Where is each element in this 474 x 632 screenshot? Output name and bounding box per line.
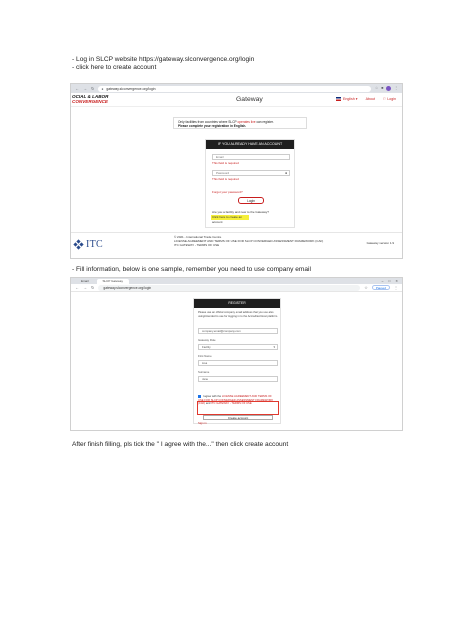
reload-icon[interactable]: ↻: [91, 86, 94, 91]
site-header: OCIAL & LABOR CONVERGENCE Gateway Englis…: [71, 93, 402, 107]
create-account-button[interactable]: Create account: [203, 415, 273, 420]
chevron-down-icon: ▾: [273, 345, 275, 349]
version-text: Gateway version 1.9: [366, 241, 394, 245]
email-error: This field is required: [212, 161, 239, 165]
profile-avatar[interactable]: [386, 86, 392, 91]
address-bar[interactable]: gateway.slconvergence.org/login: [98, 284, 361, 291]
forward-icon[interactable]: →: [83, 285, 87, 290]
surname-field[interactable]: Jane: [198, 376, 278, 382]
star-icon[interactable]: ☆: [375, 86, 378, 91]
first-name-field[interactable]: Lisa: [198, 360, 278, 366]
close-icon[interactable]: ✕: [395, 279, 398, 283]
login-header: IF YOU ALREADY HAVE AN ACCOUNT: [206, 140, 294, 149]
language-selector[interactable]: English ▾: [335, 97, 358, 101]
back-icon[interactable]: ←: [75, 86, 79, 91]
password-field[interactable]: Password ●: [212, 170, 290, 176]
maximize-icon[interactable]: □: [388, 279, 390, 283]
tab-email[interactable]: Email: [75, 279, 95, 284]
site-title: Gateway: [236, 96, 263, 103]
site-footer: ITC © 2021 - International Trade Centre …: [71, 232, 402, 258]
extensions-icon[interactable]: ■: [381, 86, 383, 91]
new-facility-question: Are you a facility and new to the Gatewa…: [212, 210, 269, 214]
browser-toolbar: ← → ↻ gateway.slconvergence.org/login ☆ …: [71, 284, 402, 292]
register-note: Please use an official company email add…: [198, 311, 278, 318]
nav-login[interactable]: ⚐ Login: [383, 97, 396, 101]
address-bar[interactable]: ● gateway.slconvergence.org/login: [98, 85, 371, 92]
create-account-link[interactable]: Click here to create an account: [211, 215, 249, 224]
terms-link[interactable]: ITC GATEWAY - TERMS OF USE: [174, 243, 323, 247]
terms-link[interactable]: ITC GATEWAY - TERMS OF USE: [211, 402, 251, 405]
back-icon[interactable]: ←: [75, 285, 79, 290]
email-field[interactable]: Email: [212, 154, 290, 160]
menu-icon[interactable]: ⋮: [394, 285, 398, 290]
show-password-icon[interactable]: ●: [285, 171, 287, 176]
browser-toolbar: ← → ↻ ● gateway.slconvergence.org/login …: [71, 84, 402, 93]
site-nav: English ▾ About ⚐ Login: [335, 97, 396, 101]
paused-badge[interactable]: Paused: [371, 285, 390, 290]
role-select[interactable]: Facility ▾: [198, 344, 278, 350]
star-icon[interactable]: ☆: [364, 285, 368, 290]
register-header: REGISTER: [194, 299, 280, 308]
nav-about[interactable]: About: [366, 97, 375, 101]
forward-icon[interactable]: →: [83, 86, 87, 91]
agree-checkbox[interactable]: [198, 395, 201, 398]
reload-icon[interactable]: ↻: [91, 285, 94, 290]
instruction-agree: After finish filling, pls tick the " I a…: [72, 441, 289, 448]
surname-label: Surname: [198, 370, 210, 374]
sign-in-link[interactable]: Sign in: [198, 421, 207, 425]
role-label: Gateway Role: [198, 338, 216, 342]
minimize-icon[interactable]: –: [382, 279, 384, 283]
instruction-click-create: - click here to create account: [72, 64, 157, 71]
first-name-label: First Name: [198, 354, 212, 358]
email-field[interactable]: company.email@company.com: [198, 328, 278, 334]
forgot-password-link[interactable]: Forgot your password?: [212, 190, 243, 194]
registration-notice: Only facilities from countries where SLC…: [173, 117, 307, 129]
lock-icon: ●: [101, 86, 104, 91]
register-panel: REGISTER Please use an official company …: [193, 298, 281, 425]
login-page-screenshot: ← → ↻ ● gateway.slconvergence.org/login …: [70, 83, 403, 259]
address-text: gateway.slconvergence.org/login: [106, 86, 156, 91]
register-page-screenshot: Email SLCP Gateway – □ ✕ ← → ↻ gateway.s…: [70, 277, 403, 431]
instruction-fill-info: - Fill information, below is one sample,…: [72, 266, 311, 273]
menu-icon[interactable]: ⋮: [394, 86, 398, 91]
footer-links: © 2021 - International Trade Centre LICE…: [174, 235, 323, 248]
tab-slcp-gateway[interactable]: SLCP Gateway: [96, 279, 129, 284]
password-error: This field is required: [212, 177, 239, 181]
login-panel: IF YOU ALREADY HAVE AN ACCOUNT Email Thi…: [205, 139, 295, 228]
slcp-logo[interactable]: OCIAL & LABOR CONVERGENCE: [72, 94, 112, 105]
login-button[interactable]: Login: [238, 197, 264, 204]
itc-mark-icon: [73, 239, 84, 250]
uk-flag-icon: [335, 97, 341, 101]
agree-terms: I agree with the LICENSE AGREEMENT AND T…: [198, 395, 274, 406]
itc-logo: ITC: [73, 239, 103, 250]
